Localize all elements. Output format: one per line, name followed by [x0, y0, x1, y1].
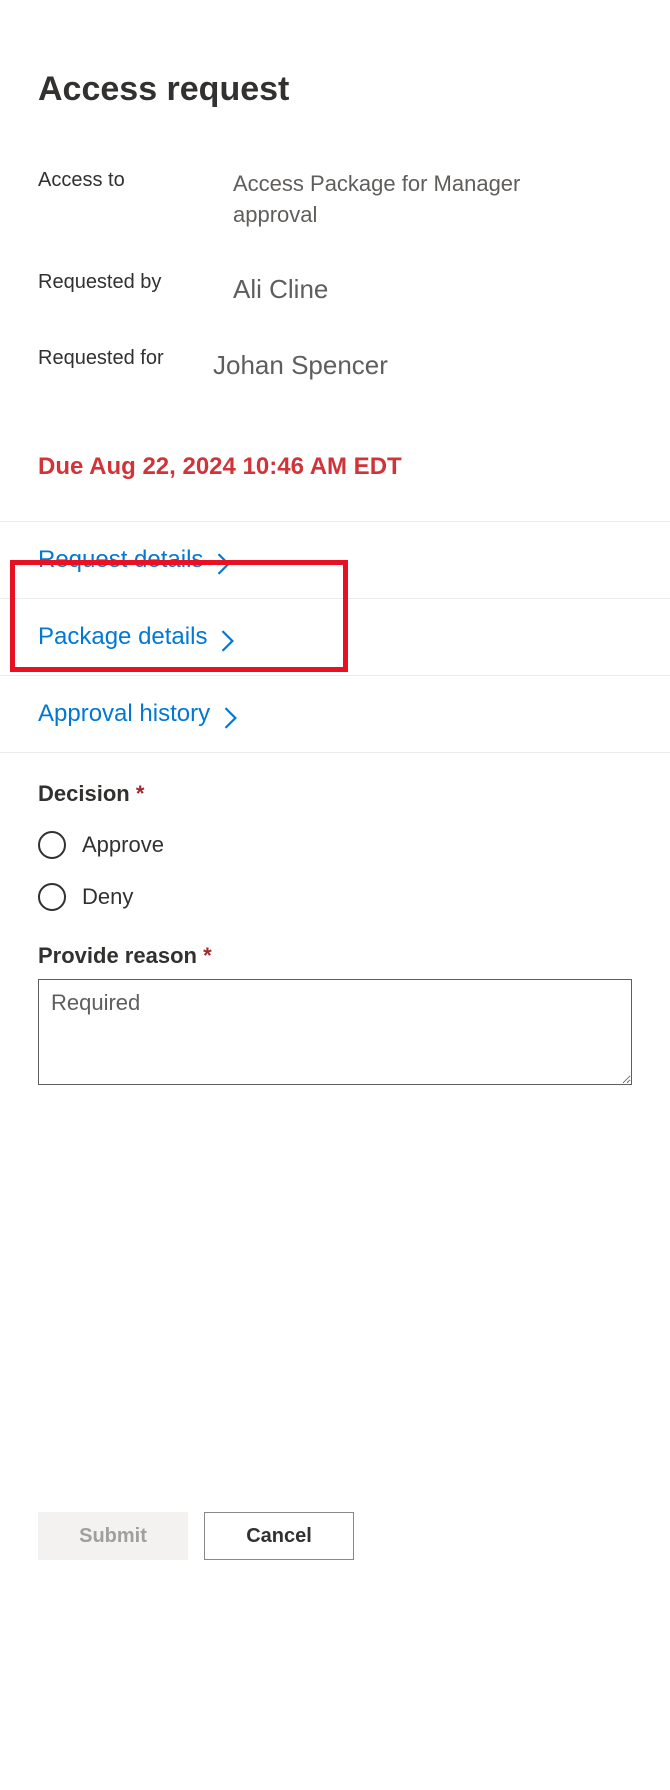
requested-by-label: Requested by	[38, 271, 233, 307]
reason-label: Provide reason *	[38, 943, 632, 969]
request-info: Access to Access Package for Manager app…	[0, 109, 670, 383]
requested-for-value: Johan Spencer	[213, 347, 428, 383]
access-to-row: Access to Access Package for Manager app…	[38, 169, 632, 231]
chevron-right-icon	[221, 630, 235, 644]
package-details-row[interactable]: Package details	[0, 598, 670, 675]
cancel-button[interactable]: Cancel	[204, 1512, 354, 1560]
expandable-list: Request details Package details Approval…	[0, 521, 670, 753]
reason-label-text: Provide reason	[38, 943, 197, 968]
radio-icon	[38, 831, 66, 859]
deny-label: Deny	[82, 884, 133, 910]
decision-label: Decision *	[38, 781, 632, 807]
due-date: Due Aug 22, 2024 10:46 AM EDT	[0, 423, 670, 511]
page-title: Access request	[0, 0, 670, 109]
access-to-value: Access Package for Manager approval	[233, 169, 632, 231]
chevron-right-icon	[224, 707, 238, 721]
deny-option[interactable]: Deny	[38, 883, 632, 911]
package-details-label: Package details	[38, 623, 207, 651]
decision-label-text: Decision	[38, 781, 130, 806]
submit-button[interactable]: Submit	[38, 1512, 188, 1560]
approval-history-label: Approval history	[38, 700, 210, 728]
chevron-right-icon	[217, 553, 231, 567]
reason-textarea[interactable]	[38, 979, 632, 1085]
required-star-icon: *	[136, 781, 145, 806]
requested-for-label: Requested for	[38, 347, 233, 383]
decision-section: Decision * Approve Deny	[0, 753, 670, 911]
requested-by-value: Ali Cline	[233, 271, 368, 307]
approve-label: Approve	[82, 832, 164, 858]
footer-buttons: Submit Cancel	[38, 1512, 354, 1560]
approve-option[interactable]: Approve	[38, 831, 632, 859]
approval-history-row[interactable]: Approval history	[0, 675, 670, 753]
required-star-icon: *	[203, 943, 212, 968]
requested-for-row: Requested for Johan Spencer	[38, 347, 632, 383]
request-details-label: Request details	[38, 546, 203, 574]
reason-section: Provide reason *	[0, 935, 670, 1090]
access-to-label: Access to	[38, 169, 233, 231]
request-details-row[interactable]: Request details	[0, 521, 670, 598]
radio-icon	[38, 883, 66, 911]
requested-by-row: Requested by Ali Cline	[38, 271, 632, 307]
